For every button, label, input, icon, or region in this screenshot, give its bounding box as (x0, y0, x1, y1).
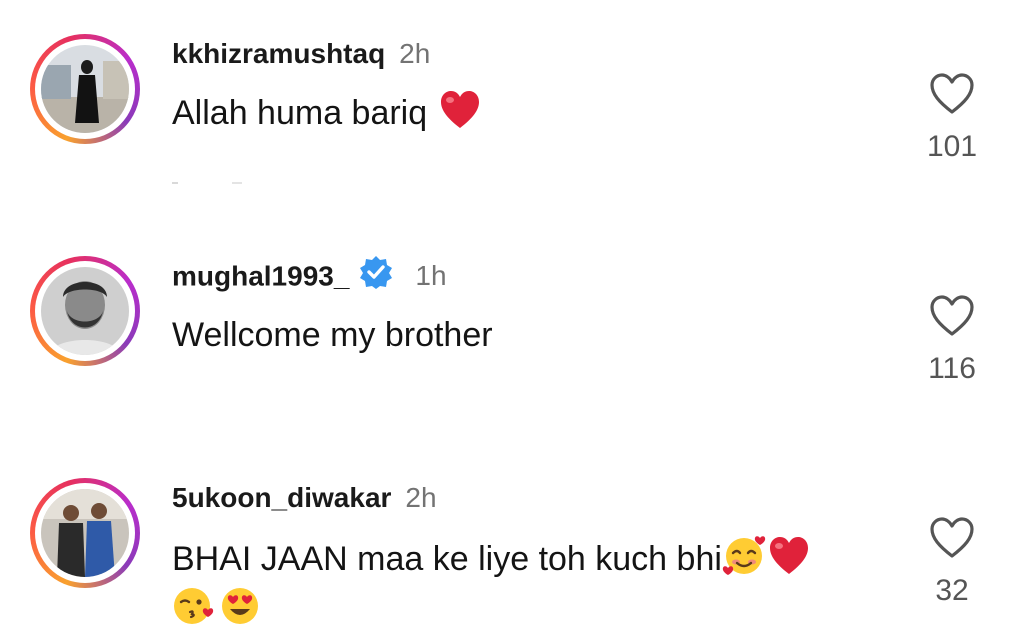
comment-text: Wellcome my brother (172, 312, 493, 358)
comment-body: BHAI JAAN maa ke liye toh kuch bhi (172, 540, 722, 578)
like-heart-icon[interactable] (928, 294, 976, 338)
avatar (41, 267, 129, 355)
like-heart-icon[interactable] (928, 72, 976, 116)
timestamp: 2h (399, 38, 431, 69)
username-link[interactable]: kkhizramushtaq (172, 38, 385, 69)
avatar-story-ring[interactable] (30, 34, 140, 144)
like-count: 32 (935, 574, 969, 607)
comment-body: Wellcome my brother (172, 316, 493, 354)
comment-item: mughal1993_ 1h Wellcome my brother 116 (0, 222, 1024, 422)
comment-text: Allah huma bariq (172, 90, 481, 142)
timestamp: 2h (405, 482, 437, 513)
avatar (41, 489, 129, 577)
comment-body: Allah huma bariq (172, 94, 428, 132)
comment-item: kkhizramushtaq 2h Allah huma bariq 101 (0, 0, 1024, 200)
avatar-story-ring[interactable] (30, 478, 140, 588)
username-link[interactable]: mughal1993_ (172, 260, 349, 291)
like-count: 116 (928, 352, 976, 385)
divider (172, 182, 242, 184)
like-heart-icon[interactable] (928, 516, 976, 560)
comment-meta: 5ukoon_diwakar 2h (172, 481, 437, 515)
verified-badge-icon (359, 255, 393, 297)
smiling-face-with-hearts-emoji (722, 534, 766, 588)
like-count: 101 (926, 130, 978, 163)
comment-meta: mughal1993_ 1h (172, 256, 447, 297)
comment-item: 5ukoon_diwakar 2h BHAI JAAN maa ke liye t… (0, 444, 1024, 630)
red-heart-emoji (768, 536, 810, 588)
timestamp: 1h (415, 260, 447, 292)
red-heart-emoji (439, 90, 481, 142)
avatar (41, 45, 129, 133)
avatar-story-ring[interactable] (30, 256, 140, 366)
comment-meta: kkhizramushtaq 2h (172, 37, 430, 71)
comment-text: BHAI JAAN maa ke liye toh kuch bhi (172, 534, 810, 588)
username-link[interactable]: 5ukoon_diwakar (172, 482, 391, 513)
